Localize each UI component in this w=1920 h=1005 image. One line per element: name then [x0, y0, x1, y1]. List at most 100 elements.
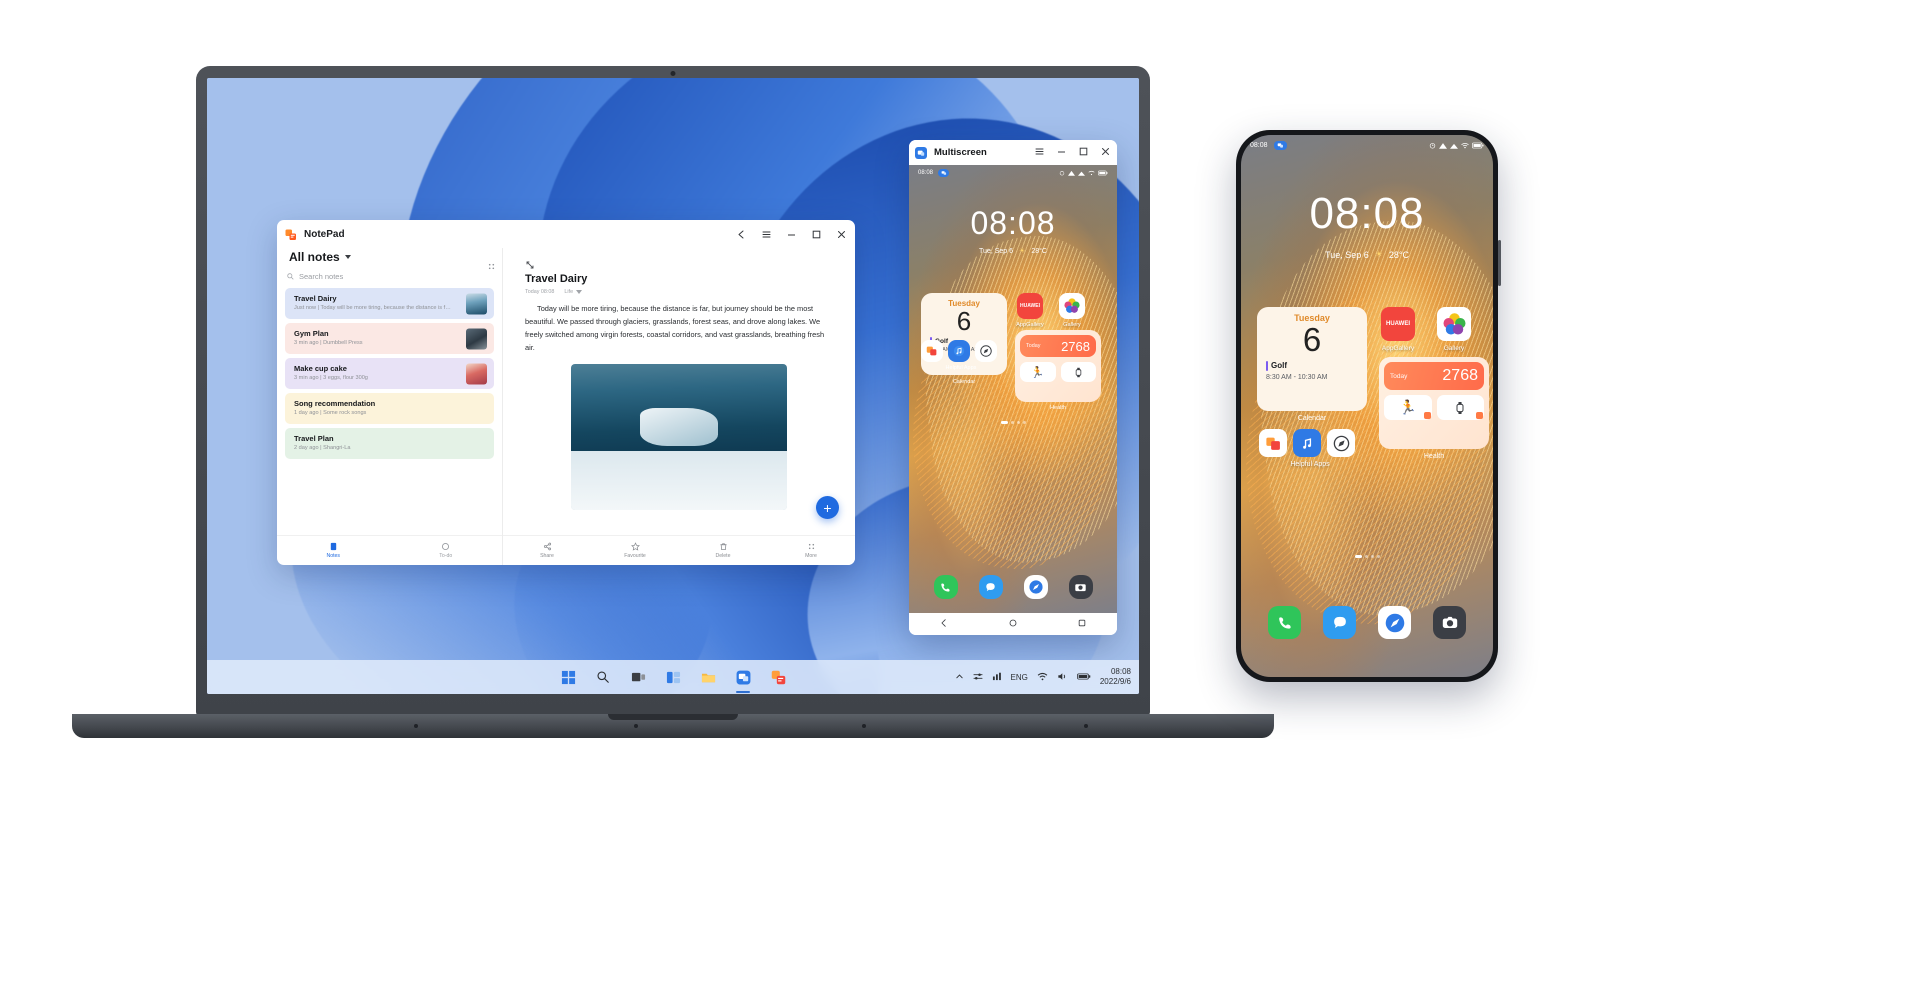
phone-messages-icon[interactable]: [1323, 606, 1356, 639]
phone-appgallery-icon[interactable]: HUAWEI: [1381, 307, 1415, 341]
webcam-icon: [670, 71, 676, 76]
mirror-date-text: Tue, Sep 6: [979, 247, 1014, 255]
phone-screen[interactable]: 08:08 08:08 Tue, Sep 6 ☀ 28°C Tuesday 6 …: [1241, 135, 1493, 677]
note-title: Song recommendation: [294, 399, 376, 408]
mirror-running-chip[interactable]: 🏃: [1020, 362, 1056, 382]
all-notes-dropdown[interactable]: All notes: [277, 248, 502, 272]
phone-status-bar: 08:08: [1241, 135, 1493, 155]
recents-nav-icon[interactable]: [1077, 615, 1087, 633]
search-icon[interactable]: [592, 666, 614, 688]
mirror-files-icon[interactable]: [921, 340, 943, 362]
mirrored-phone-screen[interactable]: 08:08 08:08 Tue, Sep 6 ☀ 28°C Tuesday 6 …: [909, 165, 1117, 613]
minimize-icon[interactable]: [1056, 144, 1067, 162]
list-item[interactable]: Travel Dairy Just now | Today will be mo…: [285, 288, 494, 319]
stats-icon[interactable]: [992, 672, 1002, 683]
phone-phone-icon[interactable]: [1268, 606, 1301, 639]
mirror-messages-icon[interactable]: [978, 575, 1003, 599]
share-icon: [543, 542, 551, 551]
delete-button[interactable]: Delete: [679, 536, 767, 565]
phone-calendar-widget[interactable]: Tuesday 6 Golf 8:30 AM - 10:30 AM: [1257, 307, 1367, 411]
wifi-icon[interactable]: [1037, 672, 1048, 683]
notepad-window[interactable]: NotePad All notes Search notes Travel Da…: [277, 220, 855, 565]
phone-running-chip[interactable]: 🏃: [1384, 395, 1432, 420]
back-icon[interactable]: [736, 229, 747, 240]
start-windows-icon[interactable]: [557, 666, 579, 688]
tab-notes[interactable]: Notes: [277, 536, 390, 565]
phone-gallery-icon[interactable]: [1437, 307, 1471, 341]
favourite-label: Favourite: [624, 553, 646, 559]
note-date: Today 08:08: [525, 289, 555, 295]
phone-status-icons: [1429, 142, 1484, 149]
phone-power-button[interactable]: [1498, 240, 1501, 286]
file-explorer-icon[interactable]: [697, 666, 719, 688]
grid-icon[interactable]: [487, 258, 496, 276]
minimize-icon[interactable]: [786, 229, 797, 240]
volume-icon[interactable]: [1057, 672, 1068, 683]
close-icon[interactable]: [836, 229, 847, 240]
notepad-taskbar-icon[interactable]: [767, 666, 789, 688]
search-icon: [287, 273, 294, 280]
mirror-camera-icon[interactable]: [1068, 575, 1093, 599]
mirror-appgallery-icon[interactable]: HUAWEI: [1017, 293, 1043, 319]
mirror-health-widget[interactable]: Today 2768 🏃: [1015, 330, 1101, 402]
phone-files-icon[interactable]: [1259, 429, 1287, 457]
battery-icon[interactable]: [1076, 672, 1091, 683]
mirror-phone-icon[interactable]: [933, 575, 958, 599]
phone-music-icon[interactable]: [1293, 429, 1321, 457]
phone-browser-icon[interactable]: [1378, 606, 1411, 639]
maximize-icon[interactable]: [811, 229, 822, 240]
notes-list: Travel Dairy Just now | Today will be mo…: [277, 288, 502, 535]
widgets-icon[interactable]: [662, 666, 684, 688]
language-indicator[interactable]: ENG: [1011, 673, 1028, 682]
signal2-icon: [1078, 171, 1085, 176]
phone-event-time: 8:30 AM - 10:30 AM: [1266, 373, 1328, 381]
note-category[interactable]: Life: [564, 289, 583, 295]
share-button[interactable]: Share: [503, 536, 591, 565]
list-item[interactable]: Travel Plan 2 day ago | Shangri-La: [285, 428, 494, 459]
expand-icon[interactable]: [525, 257, 535, 269]
phone-date-text: Tue, Sep 6: [1325, 249, 1369, 260]
menu-icon[interactable]: [761, 229, 772, 240]
home-nav-icon[interactable]: [1008, 615, 1018, 633]
phone-steps-box: Today 2768: [1384, 362, 1484, 390]
taskbar-tray: ENG 08:08 2022/9/6: [955, 667, 1131, 687]
multiscreen-taskbar-icon[interactable]: [732, 666, 754, 688]
maximize-icon[interactable]: [1078, 144, 1089, 162]
add-note-button[interactable]: +: [816, 496, 839, 519]
mirror-appgallery-label: AppGallery: [1016, 322, 1044, 328]
mirror-watch-chip[interactable]: [1060, 362, 1096, 382]
note-editor[interactable]: Travel Dairy Today 08:08 Life Today will…: [503, 248, 855, 535]
note-editor-pane: Travel Dairy Today 08:08 Life Today will…: [488, 248, 855, 565]
phone-camera-icon[interactable]: [1433, 606, 1466, 639]
mirror-helpful-apps: [921, 340, 997, 362]
close-icon[interactable]: [1100, 144, 1111, 162]
network-settings-icon[interactable]: [973, 672, 983, 683]
delete-label: Delete: [715, 553, 731, 559]
menu-icon[interactable]: [1034, 144, 1045, 162]
mirror-gallery-icon[interactable]: [1059, 293, 1085, 319]
mirror-music-icon[interactable]: [948, 340, 970, 362]
list-item[interactable]: Gym Plan 3 min ago | Dumbbell Press: [285, 323, 494, 354]
phone-compass-icon[interactable]: [1327, 429, 1355, 457]
notes-icon: [330, 542, 336, 551]
mirror-compass-icon[interactable]: [975, 340, 997, 362]
list-item[interactable]: Song recommendation 1 day ago | Some roc…: [285, 393, 494, 424]
list-item[interactable]: Make cup cake 3 min ago | 3 eggs, flour …: [285, 358, 494, 389]
phone-device: 08:08 08:08 Tue, Sep 6 ☀ 28°C Tuesday 6 …: [1236, 130, 1501, 682]
task-view-icon[interactable]: [627, 666, 649, 688]
search-notes-field[interactable]: Search notes: [287, 272, 492, 281]
mirror-calendar-widget[interactable]: Tuesday 6 Golf 8:30 AM - 10:30 AM: [921, 293, 1007, 375]
back-nav-icon[interactable]: [939, 615, 949, 633]
phone-watch-chip[interactable]: [1436, 395, 1484, 420]
running-icon: 🏃: [1399, 399, 1417, 415]
tab-todo[interactable]: To-do: [390, 536, 503, 565]
phone-health-widget[interactable]: Today 2768 🏃: [1379, 357, 1489, 449]
multiscreen-window[interactable]: Multiscreen 08:08 08:08 Tue, Sep 6 ☀ 28°…: [909, 140, 1117, 635]
chevron-up-icon[interactable]: [955, 672, 964, 683]
more-button[interactable]: More: [767, 536, 855, 565]
favourite-button[interactable]: Favourite: [591, 536, 679, 565]
taskbar-clock[interactable]: 08:08 2022/9/6: [1100, 667, 1131, 687]
note-title: Travel Plan: [294, 434, 334, 443]
mirror-browser-icon[interactable]: [1023, 575, 1048, 599]
wifi-icon: [1461, 142, 1469, 148]
